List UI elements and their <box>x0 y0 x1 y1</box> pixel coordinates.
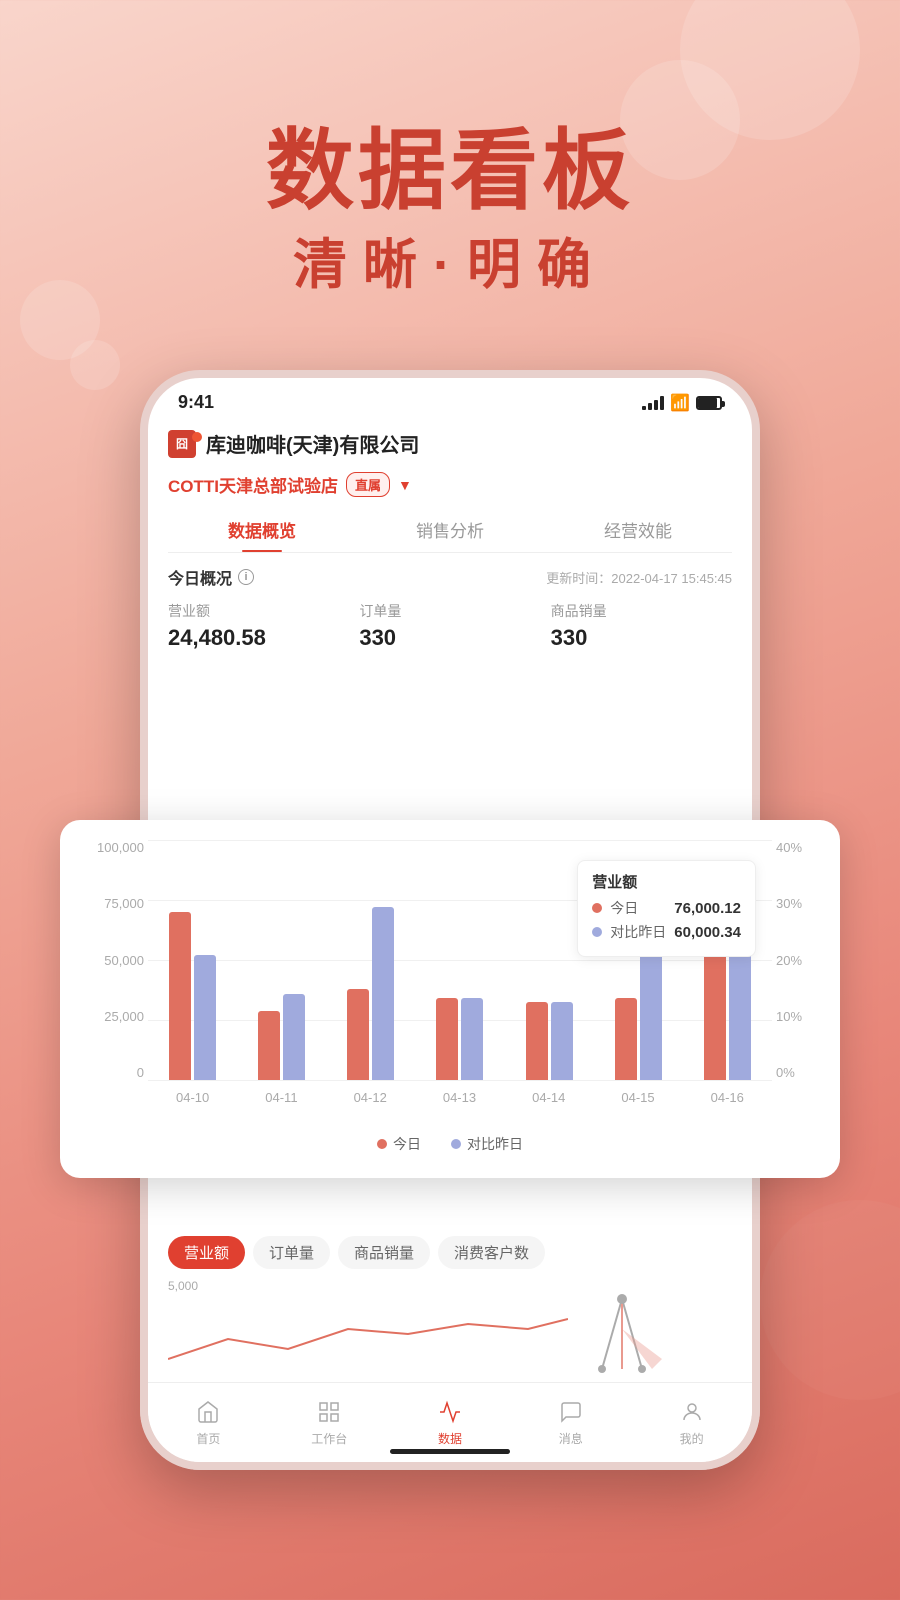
bg-circle-5 <box>760 1200 900 1400</box>
legend-today-dot <box>377 1139 387 1149</box>
hero-subtitle: 清晰·明确 <box>0 220 900 299</box>
stat-sales: 商品销量 330 <box>551 601 732 651</box>
stat-revenue: 营业额 24,480.58 <box>168 601 349 651</box>
home-icon <box>194 1398 222 1426</box>
bar-today-2 <box>347 989 369 1080</box>
user-icon <box>678 1398 706 1426</box>
phone-content: 囧 库迪咖啡(天津)有限公司 COTTI天津总部试验店 直属 ▼ 数据概览 销售… <box>148 421 752 661</box>
store-icon-wrap: 囧 <box>168 430 196 458</box>
grid-icon <box>315 1398 343 1426</box>
wifi-icon: 📶 <box>670 393 690 413</box>
tabs-bar: 数据概览 销售分析 经营效能 <box>168 507 732 553</box>
bar-today-6 <box>704 950 726 1080</box>
mini-chart: 5,000 <box>148 1279 752 1399</box>
signal-icon <box>642 396 664 410</box>
nav-message[interactable]: 消息 <box>510 1383 631 1462</box>
bar-today-4 <box>526 1002 548 1080</box>
chart-legend: 今日 对比昨日 <box>84 1134 816 1154</box>
bar-today-0 <box>169 912 191 1080</box>
branch-selector[interactable]: COTTI天津总部试验店 直属 ▼ <box>168 466 732 507</box>
bar-yesterday-0 <box>194 955 216 1080</box>
bar-group-1 <box>258 994 305 1080</box>
branch-tag: 直属 <box>346 472 390 497</box>
sub-tab-orders[interactable]: 订单量 <box>253 1236 330 1269</box>
home-indicator <box>390 1449 510 1454</box>
tooltip-yesterday-row: 对比昨日 60,000.34 <box>592 922 741 942</box>
stat-orders: 订单量 330 <box>359 601 540 651</box>
sub-tab-customers[interactable]: 消费客户数 <box>438 1236 545 1269</box>
battery-icon <box>696 396 722 410</box>
chevron-down-icon: ▼ <box>398 477 412 493</box>
chart-icon <box>436 1398 464 1426</box>
bar-yesterday-3 <box>461 998 483 1080</box>
bar-today-3 <box>436 998 458 1080</box>
y-axis-right: 40% 30% 20% 10% 0% <box>776 840 816 1080</box>
status-icons: 📶 <box>642 393 722 413</box>
legend-yesterday-dot <box>451 1139 461 1149</box>
notification-dot <box>192 432 202 442</box>
store-name: 库迪咖啡(天津)有限公司 <box>206 429 419 458</box>
chart-area: 100,000 75,000 50,000 25,000 0 40% 30% 2… <box>84 840 816 1120</box>
y-axis-left: 100,000 75,000 50,000 25,000 0 <box>84 840 144 1080</box>
legend-yesterday: 对比昨日 <box>451 1134 523 1154</box>
stats-row: 营业额 24,480.58 订单量 330 商品销量 330 <box>168 595 732 661</box>
legend-today: 今日 <box>377 1134 421 1154</box>
tooltip-today-row: 今日 76,000.12 <box>592 898 741 918</box>
nav-workbench[interactable]: 工作台 <box>269 1383 390 1462</box>
status-time: 9:41 <box>178 392 214 413</box>
tab-sales-analysis[interactable]: 销售分析 <box>356 507 544 552</box>
bg-circle-4 <box>70 340 120 390</box>
bar-group-2 <box>347 907 394 1080</box>
tab-data-overview[interactable]: 数据概览 <box>168 507 356 552</box>
tab-operation-efficiency[interactable]: 经营效能 <box>544 507 732 552</box>
message-icon <box>557 1398 585 1426</box>
status-bar: 9:41 📶 <box>148 378 752 421</box>
x-axis: 04-10 04-11 04-12 04-13 04-14 04-15 04-1… <box>148 1090 772 1120</box>
today-section: 今日概况 i 更新时间：2022-04-17 15:45:45 <box>168 553 732 595</box>
tooltip-today-dot <box>592 903 602 913</box>
bar-group-0 <box>169 912 216 1080</box>
nav-home[interactable]: 首页 <box>148 1383 269 1462</box>
today-label: 今日概况 i <box>168 565 254 589</box>
update-time: 更新时间：2022-04-17 15:45:45 <box>546 568 732 587</box>
branch-name: COTTI天津总部试验店 <box>168 472 338 497</box>
sub-tab-revenue[interactable]: 营业额 <box>168 1236 245 1269</box>
chart-card: 100,000 75,000 50,000 25,000 0 40% 30% 2… <box>60 820 840 1178</box>
sub-tabs: 营业额 订单量 商品销量 消费客户数 <box>148 1220 752 1279</box>
store-header: 囧 库迪咖啡(天津)有限公司 <box>168 421 732 466</box>
bar-group-3 <box>436 998 483 1080</box>
info-icon[interactable]: i <box>238 569 254 585</box>
bottom-phone-section: 营业额 订单量 商品销量 消费客户数 5,000 <box>140 1220 760 1470</box>
nav-profile[interactable]: 我的 <box>631 1383 752 1462</box>
bar-today-1 <box>258 1011 280 1080</box>
bar-yesterday-1 <box>283 994 305 1080</box>
bar-group-4 <box>526 1002 573 1080</box>
bar-today-5 <box>615 998 637 1080</box>
tooltip-yesterday-dot <box>592 927 602 937</box>
chart-tooltip: 营业额 今日 76,000.12 对比昨日 60,000.34 <box>577 860 756 957</box>
hero-title: 数据看板 <box>0 100 900 227</box>
sub-tab-product-sales[interactable]: 商品销量 <box>338 1236 430 1269</box>
bar-yesterday-2 <box>372 907 394 1080</box>
bar-yesterday-4 <box>551 1002 573 1080</box>
